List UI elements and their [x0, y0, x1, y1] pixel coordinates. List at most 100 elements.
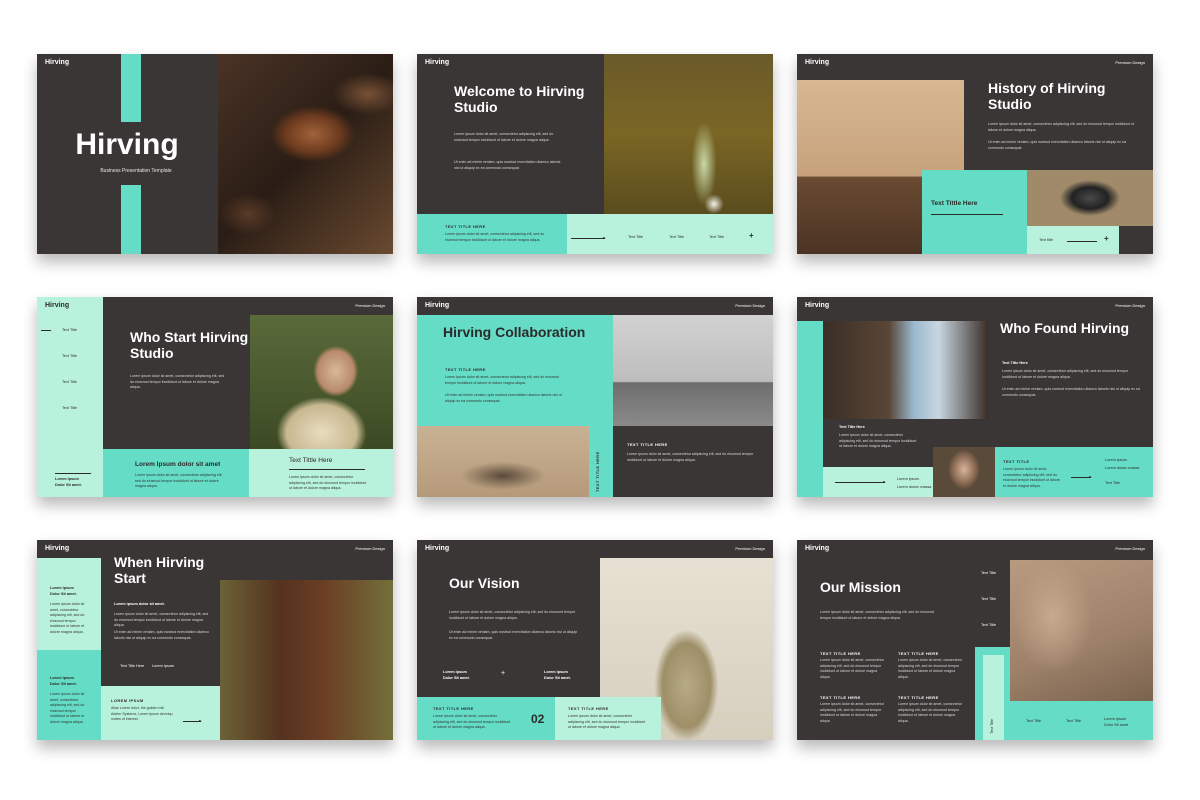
col-label-1: TEXT TITLE HERE: [820, 651, 861, 656]
slide-title: Welcome to Hirving Studio: [454, 83, 585, 115]
slide-title: History of Hirving Studio: [988, 80, 1106, 112]
brand-name: Hirving: [45, 545, 70, 552]
col-label-3: TEXT TITLE HERE: [820, 695, 861, 700]
accent-bar-top: [121, 54, 141, 122]
side-text-1: Lorem ipsum dolor sit amet, consectetur …: [50, 602, 85, 634]
flower-photo: [604, 54, 773, 214]
right-item-3[interactable]: Text Title: [981, 623, 996, 629]
brand-name: Hirving: [805, 302, 830, 309]
band-item-2: Text Title: [669, 235, 684, 239]
footer-right-3: Text Title: [1105, 481, 1120, 485]
slide-when-start[interactable]: Hirving Premium Design Lorem Ipsum Dolor…: [37, 540, 393, 740]
side-divider: [55, 473, 91, 474]
body-text-1: Lorem ipsum dolor sit amet, consectetur …: [454, 132, 554, 142]
woman-hat-photo: [250, 315, 393, 449]
premium-label: Premium Design: [1115, 546, 1145, 551]
box-divider: [289, 469, 365, 470]
coat-photo: [220, 580, 393, 740]
text-title: Text title: [1039, 238, 1053, 242]
mint-sidebar: [37, 297, 103, 497]
glasses-photo: [933, 447, 995, 497]
vertical-label: TEXT TITLE HERE: [595, 451, 600, 492]
cover-subtitle: Business Presentation Template: [100, 168, 172, 174]
vertical-label: Text Title: [990, 719, 994, 734]
brand-name: Hirving: [805, 545, 830, 552]
slide-history[interactable]: Hirving Premium Design History of Hirvin…: [797, 54, 1153, 254]
plus-icon[interactable]: +: [749, 231, 754, 240]
arrow-icon: [571, 237, 606, 239]
slide-title: Who Found Hirving: [1000, 320, 1130, 336]
slide-vision[interactable]: Hirving Premium Design Our Vision Lorem …: [417, 540, 773, 740]
slide-collaboration[interactable]: Hirving Premium Design Hirving Collabora…: [417, 297, 773, 497]
premium-label: Premium Design: [735, 546, 765, 551]
bottom-item-3: Lorem Ipsum Dolor Sit amet.: [1104, 717, 1130, 727]
panel-text: Lorem ipsum dolor sit amet, consectetur …: [445, 375, 559, 385]
slide-number: 02: [531, 712, 545, 726]
band-label-2: TEXT TITLE HERE: [568, 706, 609, 711]
teal-box: [922, 170, 1027, 254]
col-text-3: Lorem ipsum dolor sit amet, consectetur …: [820, 702, 884, 723]
right-item-1[interactable]: Text Title: [981, 571, 996, 577]
brand-name: Hirving: [425, 545, 450, 552]
footer-mid-label: TEXT TITLE: [1003, 459, 1030, 464]
col-text-2: Lorem ipsum dolor sit amet, consectetur …: [898, 658, 962, 679]
slide-subtitle: Lorem ipsum dolor sit amet.: [114, 602, 165, 606]
brand-name: Hirving: [425, 59, 450, 66]
plus-icon: +: [501, 670, 506, 677]
side-marker: [41, 330, 51, 331]
teal-side: [797, 321, 823, 497]
tag-1: Text Title Here: [120, 664, 145, 668]
col-text-1: Lorem ipsum dolor sit amet, consectetur …: [820, 658, 884, 679]
body-text-2: Ut enim ad minim veniam, quis nostrud ex…: [114, 630, 209, 640]
slide-subtitle: Text Title Here: [1002, 361, 1028, 365]
arrow-icon: [835, 481, 886, 483]
side-item-3[interactable]: Text Title: [62, 380, 77, 386]
brand-name: Hirving: [45, 59, 70, 66]
brand-name: Hirving: [45, 302, 70, 309]
slide-mission[interactable]: Hirving Premium Design Our Mission Lorem…: [797, 540, 1153, 740]
slide-title: Our Vision: [449, 575, 520, 591]
arrow-icon-2: [1071, 476, 1092, 478]
footer-mid-text: Lorem ipsum dolor sit amet, consectetur …: [1003, 467, 1060, 488]
side-item-2[interactable]: Text Title: [62, 354, 77, 360]
side-title-2: Lorem Ipsum Dolor Sit amet.: [50, 676, 77, 686]
footer-left-1: Lorem ipsum: [897, 477, 919, 481]
brand-name: Hirving: [805, 59, 830, 66]
slide-who-found[interactable]: Hirving Premium Design Who Found Hirving…: [797, 297, 1153, 497]
footer-right-1: Lorem ipsum: [1105, 458, 1127, 462]
panel-text-2: Ut enim ad minim veniam, quis nostrud ex…: [445, 393, 562, 403]
side-item-4[interactable]: Text Title: [62, 406, 77, 412]
side-footer: Lorem Ipsum Dolor Sit amet.: [55, 477, 82, 487]
plus-icon[interactable]: +: [1104, 234, 1109, 243]
body-text: Lorem ipsum dolor sit amet, consectetur …: [820, 610, 934, 620]
panel-label: TEXT TITLE HERE: [445, 367, 486, 372]
accent-bar-bottom: [121, 185, 141, 254]
arrow-icon: [183, 720, 202, 722]
box-text: Lorem ipsum dolor sit amet, consectetur …: [289, 475, 367, 491]
side-item-1[interactable]: Text Title: [62, 328, 77, 334]
bottom-item-2: Text Title: [1066, 719, 1081, 723]
section-text: Lorem ipsum dolor sit amet, consectetur …: [627, 452, 754, 462]
band-item-3: Text Title: [709, 235, 724, 239]
premium-label: Premium Design: [1115, 60, 1145, 65]
teal-strip: [589, 426, 613, 497]
body-text-2: Ut enim ad minim veniam, quis nostrud ex…: [988, 140, 1127, 150]
slide-title: Hirving Collaboration: [443, 324, 586, 340]
right-item-2[interactable]: Text Title: [981, 597, 996, 603]
body-text-1: Lorem ipsum dolor sit amet, consectetur …: [988, 122, 1135, 132]
stat-right: Lorem Ipsum Dolor Sit amet.: [544, 670, 571, 680]
footer-left-2: Lorem donec massa: [897, 485, 932, 489]
photo-label: Text Title Here: [839, 425, 865, 429]
slide-cover[interactable]: Hirving Hirving Business Presentation Te…: [37, 54, 393, 254]
bag-photo: [613, 315, 773, 426]
headphones-photo: [1027, 170, 1153, 226]
window-photo: [823, 321, 988, 419]
slide-welcome[interactable]: Hirving Premium Design Welcome to Hirvin…: [417, 54, 773, 254]
divider-2: [1067, 241, 1097, 242]
body-text: Lorem ipsum dolor sit amet, consectetur …: [130, 374, 225, 390]
box-text: Alias Lorem dolor, the golden mill Adele…: [111, 706, 173, 722]
col-label-2: TEXT TITLE HERE: [898, 651, 939, 656]
slide-who-start[interactable]: Hirving Premium Design Text Title Text T…: [37, 297, 393, 497]
body-text-2: Ut enim ad minim veniam, quis nostrud ex…: [449, 630, 578, 640]
footer-right-2: Lorem donec massa: [1105, 466, 1140, 470]
